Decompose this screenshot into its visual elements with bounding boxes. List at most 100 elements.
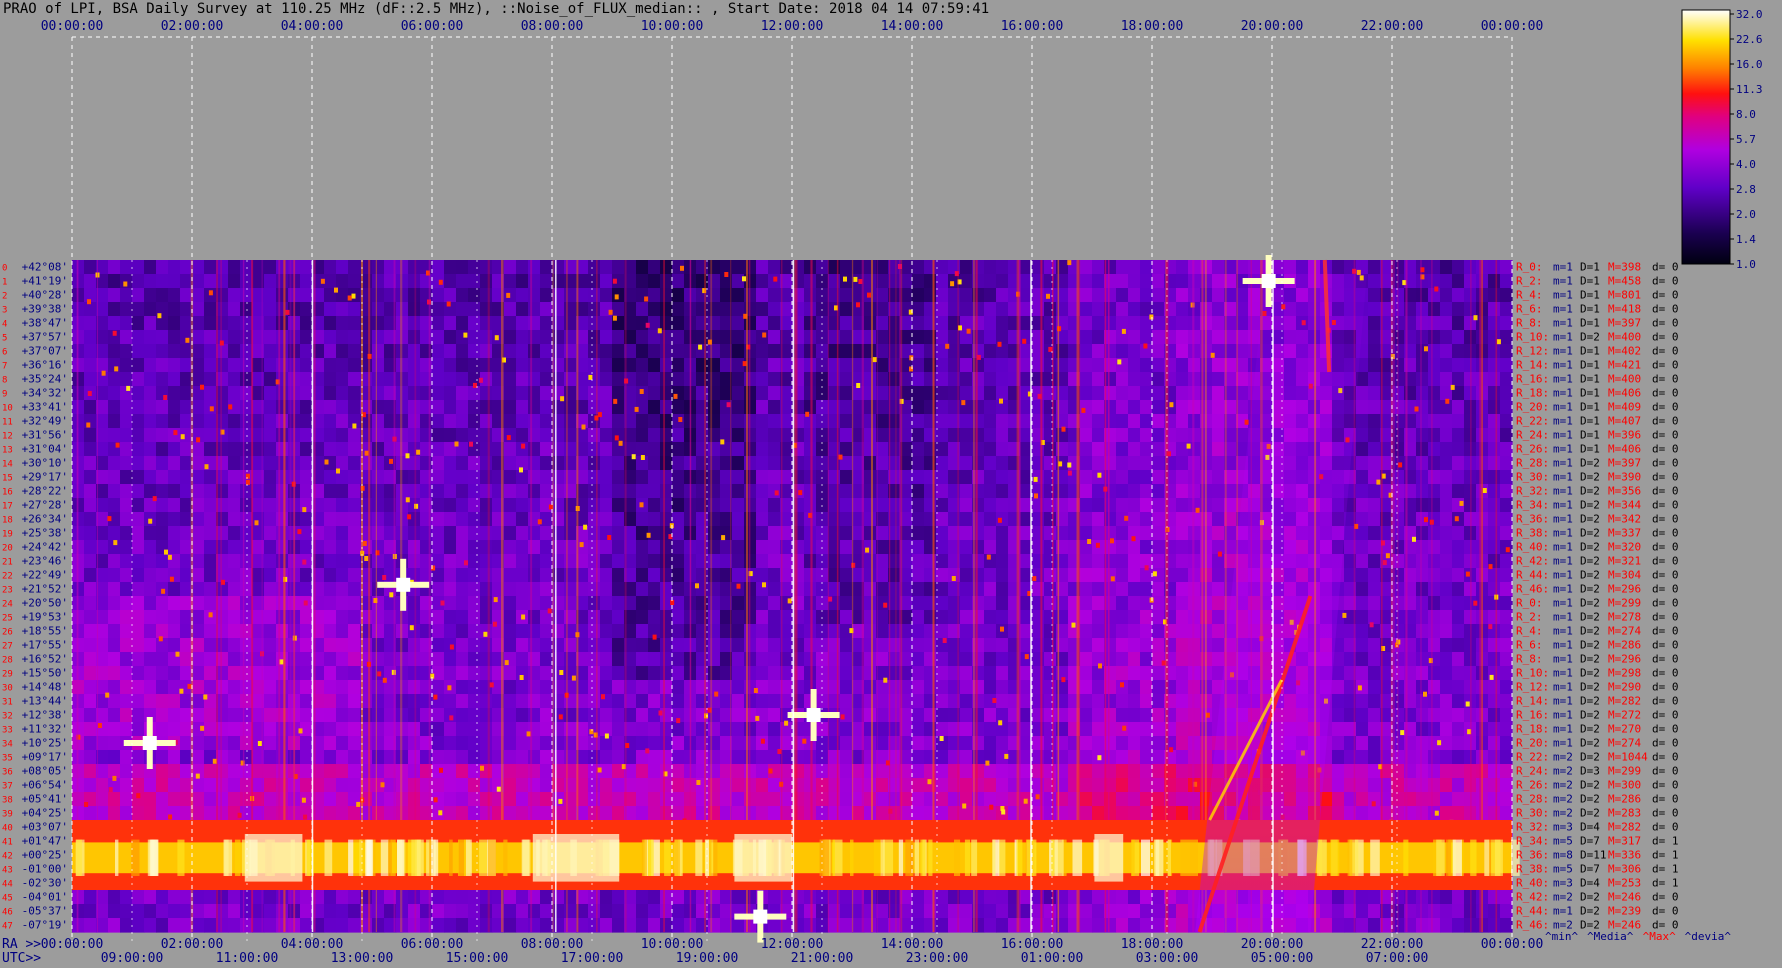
heat-cell	[588, 806, 601, 821]
heat-cell	[252, 316, 265, 331]
heat-cell	[924, 302, 937, 317]
heat-cell	[588, 554, 601, 569]
heat-cell	[228, 512, 241, 527]
heat-cell	[1416, 302, 1429, 317]
heat-cell	[264, 456, 277, 471]
heat-cell	[372, 414, 385, 429]
heat-cell	[420, 568, 433, 583]
heat-cell	[936, 638, 949, 653]
heat-cell	[1368, 428, 1381, 443]
heat-cell	[504, 610, 517, 625]
heat-cell	[240, 344, 253, 359]
heat-cell	[648, 372, 661, 387]
heat-cell	[1092, 512, 1105, 527]
heat-cell	[648, 778, 661, 793]
heat-cell	[540, 666, 553, 681]
heat-cell	[1044, 470, 1057, 485]
heat-cell	[648, 302, 661, 317]
heat-cell	[708, 540, 721, 555]
heat-cell	[636, 414, 649, 429]
heat-cell	[348, 680, 361, 695]
heat-cell	[1440, 652, 1453, 667]
heat-cell	[1152, 442, 1165, 457]
heat-cell	[1092, 442, 1105, 457]
heat-cell	[756, 624, 769, 639]
heat-cell	[612, 302, 625, 317]
heat-cell	[1488, 400, 1501, 415]
heat-cell	[1080, 652, 1093, 667]
heat-cell	[1368, 456, 1381, 471]
heat-cell	[348, 484, 361, 499]
heat-cell	[444, 554, 457, 569]
heat-cell	[1488, 652, 1501, 667]
heat-cell	[984, 526, 997, 541]
heat-cell	[348, 260, 361, 275]
heat-cell	[768, 372, 781, 387]
heat-cell	[1116, 736, 1129, 751]
heat-cell	[1128, 344, 1141, 359]
heat-cell	[1356, 456, 1369, 471]
heat-cell	[1116, 484, 1129, 499]
heat-cell	[960, 274, 973, 289]
heat-cell	[468, 386, 481, 401]
heat-cell	[708, 792, 721, 807]
heat-cell	[756, 694, 769, 709]
heat-cell	[660, 806, 673, 821]
heat-cell	[252, 386, 265, 401]
heat-cell	[336, 358, 349, 373]
heat-cell	[456, 778, 469, 793]
heat-cell	[564, 358, 577, 373]
heat-cell	[132, 260, 145, 275]
heat-cell	[960, 260, 973, 275]
heat-cell	[936, 372, 949, 387]
heat-cell	[444, 358, 457, 373]
heat-cell	[444, 260, 457, 275]
heat-cell	[420, 498, 433, 513]
heat-cell	[672, 792, 685, 807]
heat-cell	[1032, 722, 1045, 737]
heat-cell	[1032, 512, 1045, 527]
heat-cell	[600, 484, 613, 499]
heat-cell	[108, 582, 121, 597]
heat-cell	[168, 512, 181, 527]
heat-cell	[660, 764, 673, 779]
heat-cell	[120, 666, 133, 681]
heat-cell	[864, 610, 877, 625]
heat-cell	[1116, 540, 1129, 555]
heat-cell	[324, 722, 337, 737]
heat-cell	[564, 330, 577, 345]
heat-cell	[144, 778, 157, 793]
heat-cell	[504, 260, 517, 275]
heat-cell	[1116, 554, 1129, 569]
heat-cell	[1488, 526, 1501, 541]
heat-cell	[600, 610, 613, 625]
heat-cell	[1500, 736, 1513, 751]
heat-cell	[1092, 372, 1105, 387]
heat-cell	[756, 372, 769, 387]
heat-cell	[516, 274, 529, 289]
heat-cell	[528, 372, 541, 387]
heat-cell	[564, 596, 577, 611]
heat-cell	[168, 414, 181, 429]
heat-cell	[372, 344, 385, 359]
heat-cell	[252, 722, 265, 737]
heat-cell	[1356, 554, 1369, 569]
heat-cell	[1128, 792, 1141, 807]
heat-cell	[672, 554, 685, 569]
heat-cell	[540, 736, 553, 751]
heat-cell	[480, 428, 493, 443]
heat-cell	[348, 778, 361, 793]
heat-cell	[1428, 442, 1441, 457]
heat-cell	[864, 498, 877, 513]
heat-cell	[708, 400, 721, 415]
heat-cell	[168, 596, 181, 611]
heat-cell	[912, 736, 925, 751]
heat-cell	[324, 764, 337, 779]
heat-cell	[1452, 274, 1465, 289]
heat-cell	[936, 624, 949, 639]
heat-cell	[264, 274, 277, 289]
heat-cell	[276, 330, 289, 345]
heat-cell	[168, 498, 181, 513]
heat-cell	[168, 610, 181, 625]
heat-cell	[420, 414, 433, 429]
